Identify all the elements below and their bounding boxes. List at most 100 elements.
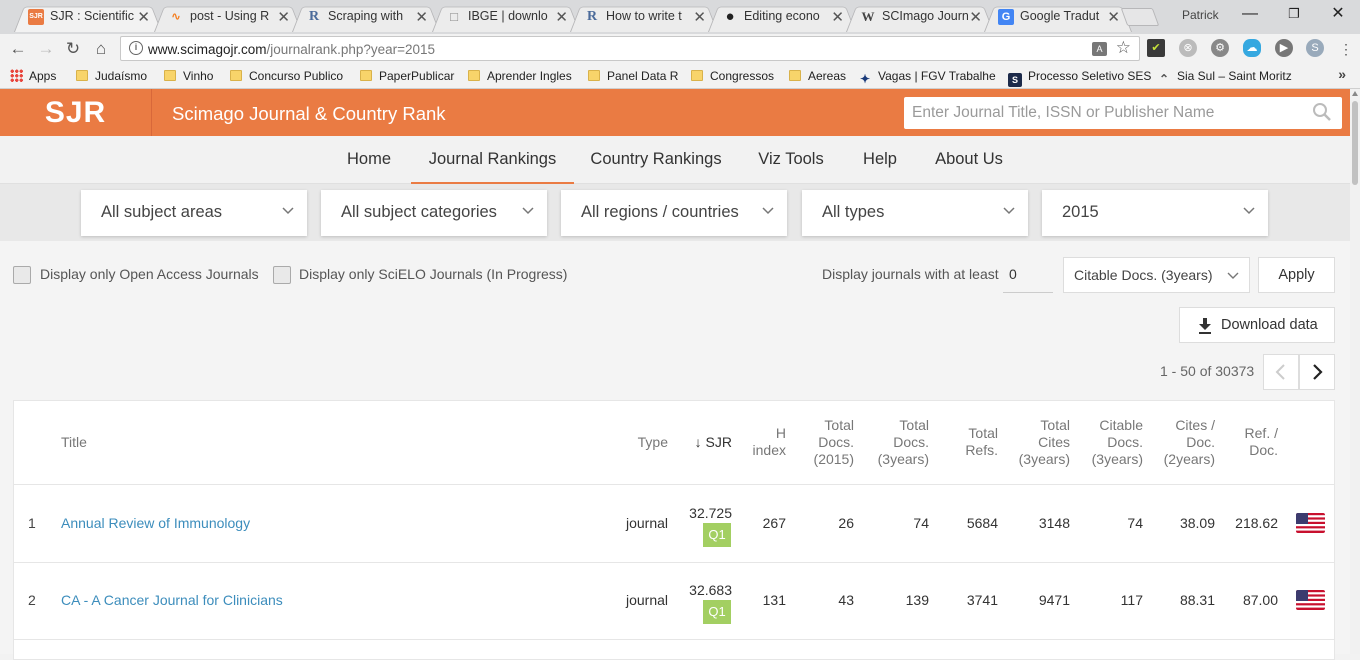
extension-skype-icon[interactable]: S xyxy=(1306,39,1324,57)
extension-audio-icon[interactable]: ▶ xyxy=(1275,39,1293,57)
apply-button[interactable]: Apply xyxy=(1258,257,1335,293)
subject-category-select[interactable]: All subject categories xyxy=(321,190,547,236)
region-select[interactable]: All regions / countries xyxy=(561,190,787,236)
nav-help[interactable]: Help xyxy=(853,136,907,184)
more-bookmarks-icon[interactable]: » xyxy=(1338,66,1346,82)
bookmark-folder[interactable]: Congressos xyxy=(691,67,774,85)
download-data-button[interactable]: Download data xyxy=(1179,307,1335,343)
bookmark-site[interactable]: ⌃ Sia Sul – Saint Moritz xyxy=(1157,67,1292,86)
home-icon[interactable]: ⌂ xyxy=(90,38,112,60)
sjr-logo[interactable]: SJR xyxy=(0,89,152,136)
browser-tab[interactable]: □ IBGE | downlo ✕ xyxy=(432,2,580,33)
close-tab-icon[interactable]: ✕ xyxy=(831,8,844,26)
column-header-ref-per-doc[interactable]: Ref. / Doc. xyxy=(1225,425,1278,459)
extension-circle-icon[interactable]: ⊗ xyxy=(1179,39,1197,57)
column-header-cites-per-doc[interactable]: Cites / Doc. (2years) xyxy=(1154,417,1215,468)
year-select[interactable]: 2015 xyxy=(1042,190,1268,236)
min-citable-input[interactable]: 0 xyxy=(1003,257,1053,293)
close-tab-icon[interactable]: ✕ xyxy=(277,8,290,26)
column-header-type[interactable]: Type xyxy=(624,434,668,451)
extension-cloud-icon[interactable]: ☁ xyxy=(1243,39,1261,57)
nav-home[interactable]: Home xyxy=(334,136,404,184)
profile-name[interactable]: Patrick xyxy=(1182,8,1219,22)
google-translate-favicon-icon: G xyxy=(998,9,1014,25)
back-arrow-icon[interactable]: ← xyxy=(7,38,29,60)
bookmark-star-icon[interactable]: ☆ xyxy=(1116,38,1131,58)
bookmark-folder[interactable]: Vinho xyxy=(164,67,213,85)
type-cell: journal xyxy=(625,592,668,608)
nav-about-us[interactable]: About Us xyxy=(926,136,1012,184)
scielo-label[interactable]: Display only SciELO Journals (In Progres… xyxy=(299,266,567,282)
scroll-up-icon[interactable] xyxy=(1352,91,1358,96)
url-text[interactable]: www.scimagojr.com/journalrank.php?year=2… xyxy=(148,42,435,57)
citable-docs-select[interactable]: Citable Docs. (3years) xyxy=(1063,257,1250,293)
close-tab-icon[interactable]: ✕ xyxy=(1107,8,1120,26)
journal-title-link[interactable]: Annual Review of Immunology xyxy=(61,515,250,531)
bookmark-site[interactable]: S Processo Seletivo SES xyxy=(1008,67,1151,87)
bookmark-folder[interactable]: Panel Data R xyxy=(588,67,678,85)
nav-viz-tools[interactable]: Viz Tools xyxy=(748,136,834,184)
browser-tab[interactable]: ∿ post - Using R ✕ xyxy=(154,2,302,33)
chevron-down-icon xyxy=(522,207,534,215)
column-header-h-index[interactable]: H index xyxy=(738,425,786,459)
journal-title-link[interactable]: CA - A Cancer Journal for Clinicians xyxy=(61,592,283,608)
close-tab-icon[interactable]: ✕ xyxy=(415,8,428,26)
bookmark-folder[interactable]: Judaísmo xyxy=(76,67,147,85)
column-header-citable-docs-3y[interactable]: Citable Docs. (3years) xyxy=(1077,417,1143,468)
extension-gear-icon[interactable]: ⚙ xyxy=(1211,39,1229,57)
reload-icon[interactable]: ↻ xyxy=(62,38,84,60)
close-tab-icon[interactable]: ✕ xyxy=(137,8,150,26)
min-citable-label: Display journals with at least xyxy=(822,266,999,282)
bookmark-folder[interactable]: Aprender Ingles xyxy=(468,67,572,85)
minimize-icon[interactable]: — xyxy=(1228,2,1272,28)
select-value: 2015 xyxy=(1062,203,1099,221)
next-page-button[interactable] xyxy=(1299,354,1335,390)
scielo-checkbox[interactable] xyxy=(273,266,291,284)
site-info-icon[interactable]: i xyxy=(129,41,143,55)
browser-tab[interactable]: ● Editing econo ✕ xyxy=(708,2,856,33)
browser-tab[interactable]: R How to write t ✕ xyxy=(570,2,718,33)
column-header-sjr[interactable]: ↓ SJR xyxy=(680,434,732,451)
bookmark-site[interactable]: ✦ Vagas | FGV Trabalhe xyxy=(858,67,996,86)
nav-country-rankings[interactable]: Country Rankings xyxy=(582,136,730,184)
close-tab-icon[interactable]: ✕ xyxy=(555,8,568,26)
column-header-total-cites-3y[interactable]: Total Cites (3years) xyxy=(1009,417,1070,468)
table-row: 2 CA - A Cancer Journal for Clinicians j… xyxy=(14,563,1334,640)
window-close-icon[interactable]: ✕ xyxy=(1316,2,1360,28)
translate-icon[interactable]: A xyxy=(1092,42,1107,56)
open-access-label[interactable]: Display only Open Access Journals xyxy=(40,266,259,282)
extension-check-icon[interactable]: ✔ xyxy=(1147,39,1165,57)
close-tab-icon[interactable]: ✕ xyxy=(969,8,982,26)
restore-icon[interactable]: ❐ xyxy=(1272,2,1316,28)
column-header-total-docs-3y[interactable]: Total Docs. (3years) xyxy=(864,417,929,468)
chrome-menu-icon[interactable]: ⋮ xyxy=(1335,38,1357,60)
column-header-total-docs-year[interactable]: Total Docs. (2015) xyxy=(797,417,854,468)
bookmark-folder[interactable]: Aereas xyxy=(789,67,846,85)
scrollbar-thumb[interactable] xyxy=(1352,101,1358,185)
bookmark-folder[interactable]: Concurso Publico xyxy=(230,67,343,85)
browser-tab[interactable]: G Google Tradut ✕ xyxy=(984,2,1132,33)
close-tab-icon[interactable]: ✕ xyxy=(693,8,706,26)
bookmark-folder[interactable]: PaperPublicar xyxy=(360,67,454,85)
open-access-checkbox[interactable] xyxy=(13,266,31,284)
search-icon[interactable] xyxy=(1312,102,1332,122)
browser-tab[interactable]: W SCImago Journ ✕ xyxy=(846,2,994,33)
address-bar[interactable]: i www.scimagojr.com/journalrank.php?year… xyxy=(120,36,1140,61)
bookmark-apps[interactable]: Apps xyxy=(10,67,56,85)
previous-page-button[interactable] xyxy=(1263,354,1299,390)
type-select[interactable]: All types xyxy=(802,190,1028,236)
forward-arrow-icon[interactable]: → xyxy=(35,38,57,60)
ref-per-doc-cell: 87.00 xyxy=(1242,592,1278,608)
journal-search-input[interactable]: Enter Journal Title, ISSN or Publisher N… xyxy=(904,97,1342,129)
column-header-total-refs[interactable]: Total Refs. xyxy=(940,425,998,459)
new-tab-button[interactable] xyxy=(1120,8,1160,26)
cites-per-doc-cell: 38.09 xyxy=(1179,515,1215,531)
nav-journal-rankings[interactable]: Journal Rankings xyxy=(411,136,574,184)
page-scrollbar[interactable] xyxy=(1350,89,1360,654)
browser-tab[interactable]: R Scraping with ✕ xyxy=(292,2,440,33)
site-header: SJR Scimago Journal & Country Rank Enter… xyxy=(0,89,1350,136)
subject-area-select[interactable]: All subject areas xyxy=(81,190,307,236)
column-header-title[interactable]: Title xyxy=(61,434,87,451)
bookmark-label: Aereas xyxy=(808,69,847,83)
browser-tab[interactable]: SJR SJR : Scientific ✕ xyxy=(14,2,162,33)
